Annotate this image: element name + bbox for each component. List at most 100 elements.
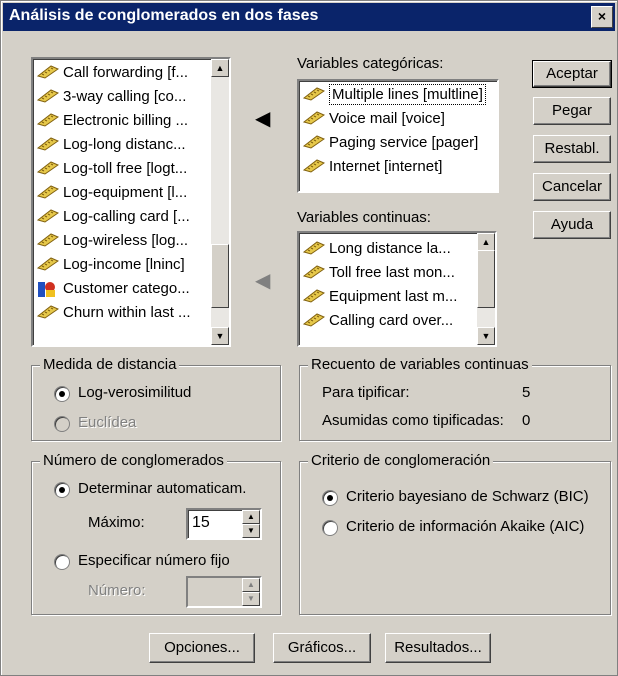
source-items: Call forwarding [f... 3-way calling [co..… — [33, 61, 211, 325]
list-item[interactable]: Log-wireless [log... — [33, 229, 211, 253]
list-item[interactable]: Toll free last mon... — [299, 261, 477, 285]
list-item[interactable]: Electronic billing ... — [33, 109, 211, 133]
scroll-up-button[interactable]: ▲ — [477, 233, 495, 251]
list-item-label: Log-long distanc... — [63, 136, 186, 153]
accept-button[interactable]: Aceptar — [532, 60, 612, 88]
scroll-up-button[interactable]: ▲ — [211, 59, 229, 77]
continuous-items: Long distance la... Toll free last mon...… — [299, 237, 477, 333]
bic-label[interactable]: Criterio bayesiano de Schwarz (BIC) — [346, 488, 589, 505]
list-item[interactable]: Log-income [lninc] — [33, 253, 211, 277]
continuous-label: Variables continuas: — [297, 209, 431, 226]
nominal-icon — [38, 282, 55, 297]
number-of-clusters-title: Número de conglomerados — [40, 452, 227, 469]
list-item-label: Electronic billing ... — [63, 112, 189, 129]
list-item-label: Log-income [lninc] — [63, 256, 185, 273]
list-item-label: 3-way calling [co... — [63, 88, 187, 105]
loglik-label[interactable]: Log-verosimilitud — [78, 384, 191, 401]
max-value[interactable]: 15 — [188, 510, 242, 538]
spin-up-button[interactable]: ▲ — [242, 510, 260, 524]
continuous-scrollbar[interactable]: ▲ ▼ — [477, 233, 495, 345]
scroll-down-button[interactable]: ▼ — [477, 327, 495, 345]
number-of-clusters-group: Número de conglomerados Determinar autom… — [31, 452, 281, 615]
list-item-label: Equipment last m... — [329, 288, 458, 305]
list-item-label: Toll free last mon... — [329, 264, 455, 281]
number-spinner[interactable]: ▲ ▼ — [186, 576, 262, 608]
options-button[interactable]: Opciones... — [149, 633, 255, 663]
list-item-label: Long distance la... — [329, 240, 451, 257]
list-item[interactable]: Log-equipment [l... — [33, 181, 211, 205]
list-item[interactable]: Log-toll free [logt... — [33, 157, 211, 181]
scale-ruler-icon — [303, 135, 325, 149]
list-item[interactable]: Log-long distanc... — [33, 133, 211, 157]
fixed-number-label[interactable]: Especificar número fijo — [78, 552, 230, 569]
scale-ruler-icon — [37, 89, 59, 103]
list-item[interactable]: Internet [internet] — [299, 155, 497, 179]
categorical-label: Variables categóricas: — [297, 55, 444, 72]
fixed-number-radio[interactable] — [54, 554, 70, 570]
scale-ruler-icon — [303, 87, 325, 101]
spin-up-button[interactable]: ▲ — [242, 578, 260, 592]
list-item[interactable]: Paging service [pager] — [299, 131, 497, 155]
scroll-thumb[interactable] — [211, 244, 229, 308]
move-to-continuous-arrow-icon[interactable]: ◀ — [255, 271, 270, 291]
scale-ruler-icon — [303, 313, 325, 327]
spin-down-button[interactable]: ▼ — [242, 592, 260, 606]
loglik-radio[interactable] — [54, 386, 70, 402]
list-item[interactable]: Customer catego... — [33, 277, 211, 301]
source-variable-list[interactable]: Call forwarding [f... 3-way calling [co..… — [31, 57, 231, 347]
list-item-label: Paging service [pager] — [329, 134, 479, 151]
window-title: Análisis de conglomerados en dos fases — [9, 7, 319, 24]
aic-radio[interactable] — [322, 520, 338, 536]
plots-button[interactable]: Gráficos... — [273, 633, 371, 663]
scale-ruler-icon — [303, 265, 325, 279]
spin-down-button[interactable]: ▼ — [242, 524, 260, 538]
aic-label[interactable]: Criterio de información Akaike (AIC) — [346, 518, 584, 535]
close-button[interactable]: × — [591, 6, 613, 28]
standardize-value: 5 — [522, 384, 531, 401]
paste-button[interactable]: Pegar — [533, 97, 611, 125]
list-item-label: Log-toll free [logt... — [63, 160, 188, 177]
list-item-label: Log-equipment [l... — [63, 184, 188, 201]
list-item[interactable]: Call forwarding [f... — [33, 61, 211, 85]
euclid-radio[interactable] — [54, 416, 70, 432]
source-scrollbar[interactable]: ▲ ▼ — [211, 59, 229, 345]
standardize-label: Para tipificar: — [322, 384, 410, 401]
cancel-button[interactable]: Cancelar — [533, 173, 611, 201]
auto-determine-radio[interactable] — [54, 482, 70, 498]
title-bar[interactable]: Análisis de conglomerados en dos fases × — [3, 3, 615, 31]
scale-ruler-icon — [303, 241, 325, 255]
list-item[interactable]: Long distance la... — [299, 237, 477, 261]
continuous-list[interactable]: Long distance la... Toll free last mon...… — [297, 231, 497, 347]
auto-determine-label[interactable]: Determinar automaticam. — [78, 480, 246, 497]
scale-ruler-icon — [37, 113, 59, 127]
list-item[interactable]: 3-way calling [co... — [33, 85, 211, 109]
list-item[interactable]: Churn within last ... — [33, 301, 211, 325]
categorical-list[interactable]: Multiple lines [multline] Voice mail [voi… — [297, 79, 499, 193]
help-button[interactable]: Ayuda — [533, 211, 611, 239]
scroll-thumb[interactable] — [477, 250, 495, 308]
list-item[interactable]: Equipment last m... — [299, 285, 477, 309]
list-item-label: Internet [internet] — [329, 158, 443, 175]
list-item-label: Calling card over... — [329, 312, 454, 329]
move-to-categorical-arrow-icon[interactable]: ◀ — [255, 109, 270, 129]
list-item[interactable]: Calling card over... — [299, 309, 477, 333]
clustering-criterion-title: Criterio de conglomeración — [308, 452, 494, 469]
continuous-count-title: Recuento de variables continuas — [308, 356, 532, 373]
distance-measure-group: Medida de distancia Log-verosimilitud Eu… — [31, 356, 281, 441]
number-label: Número: — [88, 582, 146, 599]
distance-measure-title: Medida de distancia — [40, 356, 180, 373]
scale-ruler-icon — [303, 111, 325, 125]
scale-ruler-icon — [37, 233, 59, 247]
categorical-items: Multiple lines [multline] Voice mail [voi… — [299, 83, 497, 179]
max-spinner[interactable]: 15 ▲ ▼ — [186, 508, 262, 540]
bic-radio[interactable] — [322, 490, 338, 506]
output-button[interactable]: Resultados... — [385, 633, 491, 663]
list-item[interactable]: Log-calling card [... — [33, 205, 211, 229]
scroll-down-button[interactable]: ▼ — [211, 327, 229, 345]
list-item[interactable]: Multiple lines [multline] — [299, 83, 497, 107]
scale-ruler-icon — [37, 305, 59, 319]
reset-button[interactable]: Restabl. — [533, 135, 611, 163]
list-item-label: Call forwarding [f... — [63, 64, 189, 81]
list-item[interactable]: Voice mail [voice] — [299, 107, 497, 131]
scale-ruler-icon — [37, 137, 59, 151]
